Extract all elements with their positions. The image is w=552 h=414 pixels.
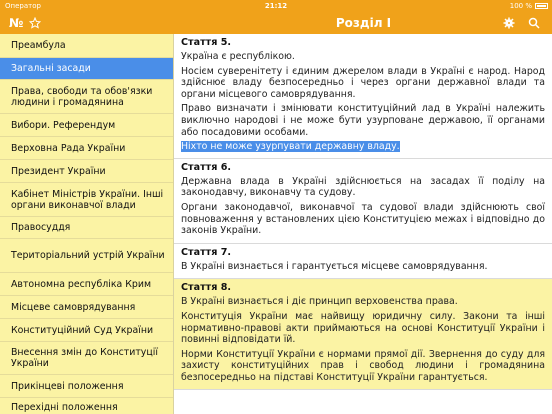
sidebar-item-constitutional-court[interactable]: Конституційний Суд України (0, 319, 173, 342)
article-number-button[interactable]: № (9, 12, 23, 34)
article-paragraph: Конституція України має найвищу юридичну… (181, 310, 545, 346)
sidebar-item-justice[interactable]: Правосуддя (0, 217, 173, 239)
article-paragraph: Органи законодавчої, виконавчої та судов… (181, 201, 545, 237)
sections-sidebar[interactable]: Преамбула Загальні засади Права, свободи… (0, 34, 174, 414)
article-8: Стаття 8. В Україні визнається і діє при… (174, 279, 552, 391)
search-icon (528, 17, 540, 29)
star-outline-icon (28, 16, 42, 29)
sidebar-item-territory[interactable]: Територіальний устрій України (0, 239, 173, 273)
sidebar-item-parliament[interactable]: Верховна Рада України (0, 137, 173, 160)
article-title: Стаття 8. (181, 282, 232, 294)
article-paragraph: Норми Конституції України є нормами прям… (181, 348, 545, 383)
article-paragraph: Державна влада в Україні здійснюється на… (181, 175, 545, 199)
nav-bar: № Розділ I (0, 12, 552, 34)
article-paragraph: В Україні визнається і гарантується місц… (181, 260, 488, 272)
sidebar-item-elections[interactable]: Вибори. Референдум (0, 114, 173, 137)
sidebar-item-local-government[interactable]: Місцеве самоврядування (0, 296, 173, 319)
gear-icon (503, 17, 515, 29)
article-7: Стаття 7. В Україні визнається і гаранту… (174, 243, 552, 280)
search-button[interactable] (528, 12, 540, 34)
clock: 21:12 (264, 2, 288, 10)
sidebar-item-transitional-provisions[interactable]: Перехідні положення (0, 398, 173, 414)
article-paragraph: Носієм суверенітету і єдиним джерелом вл… (181, 65, 545, 100)
sidebar-item-preamble[interactable]: Преамбула (0, 34, 173, 58)
article-content[interactable]: Стаття 5. Україна є республікою. Носієм … (174, 34, 552, 414)
page-title: Розділ I (335, 16, 392, 30)
sidebar-item-crimea[interactable]: Автономна республіка Крим (0, 273, 173, 296)
article-6: Стаття 6. Державна влада в Україні здійс… (174, 158, 552, 244)
sidebar-item-rights[interactable]: Права, свободи та обов'язки людини і гро… (0, 80, 173, 114)
sidebar-item-cabinet[interactable]: Кабінет Міністрів України. Інші органи в… (0, 183, 173, 217)
sidebar-item-general-principles[interactable]: Загальні засади (0, 58, 173, 80)
sidebar-item-president[interactable]: Президент України (0, 160, 173, 183)
favorites-button[interactable] (28, 12, 42, 34)
article-paragraph: Україна є республікою. (181, 51, 295, 62)
sidebar-item-amendments[interactable]: Внесення змін до Конституції України (0, 342, 173, 375)
sidebar-item-final-provisions[interactable]: Прикінцеві положення (0, 375, 173, 398)
article-title: Стаття 6. (181, 161, 232, 173)
article-paragraph: Право визначати і змінювати конституційн… (181, 103, 545, 138)
battery-icon (535, 3, 548, 9)
status-bar: Оператор 21:12 100 % (0, 0, 552, 12)
article-title: Стаття 7. (181, 246, 232, 258)
settings-button[interactable] (503, 12, 515, 34)
highlighted-sentence[interactable]: Ніхто не може узурпувати державну владу. (181, 141, 400, 153)
article-5: Стаття 5. Україна є республікою. Носієм … (174, 34, 552, 159)
battery-percent: 100 % (509, 2, 532, 10)
article-title: Стаття 5. (181, 37, 232, 48)
article-paragraph: В Україні визнається і діє принцип верхо… (181, 296, 458, 308)
